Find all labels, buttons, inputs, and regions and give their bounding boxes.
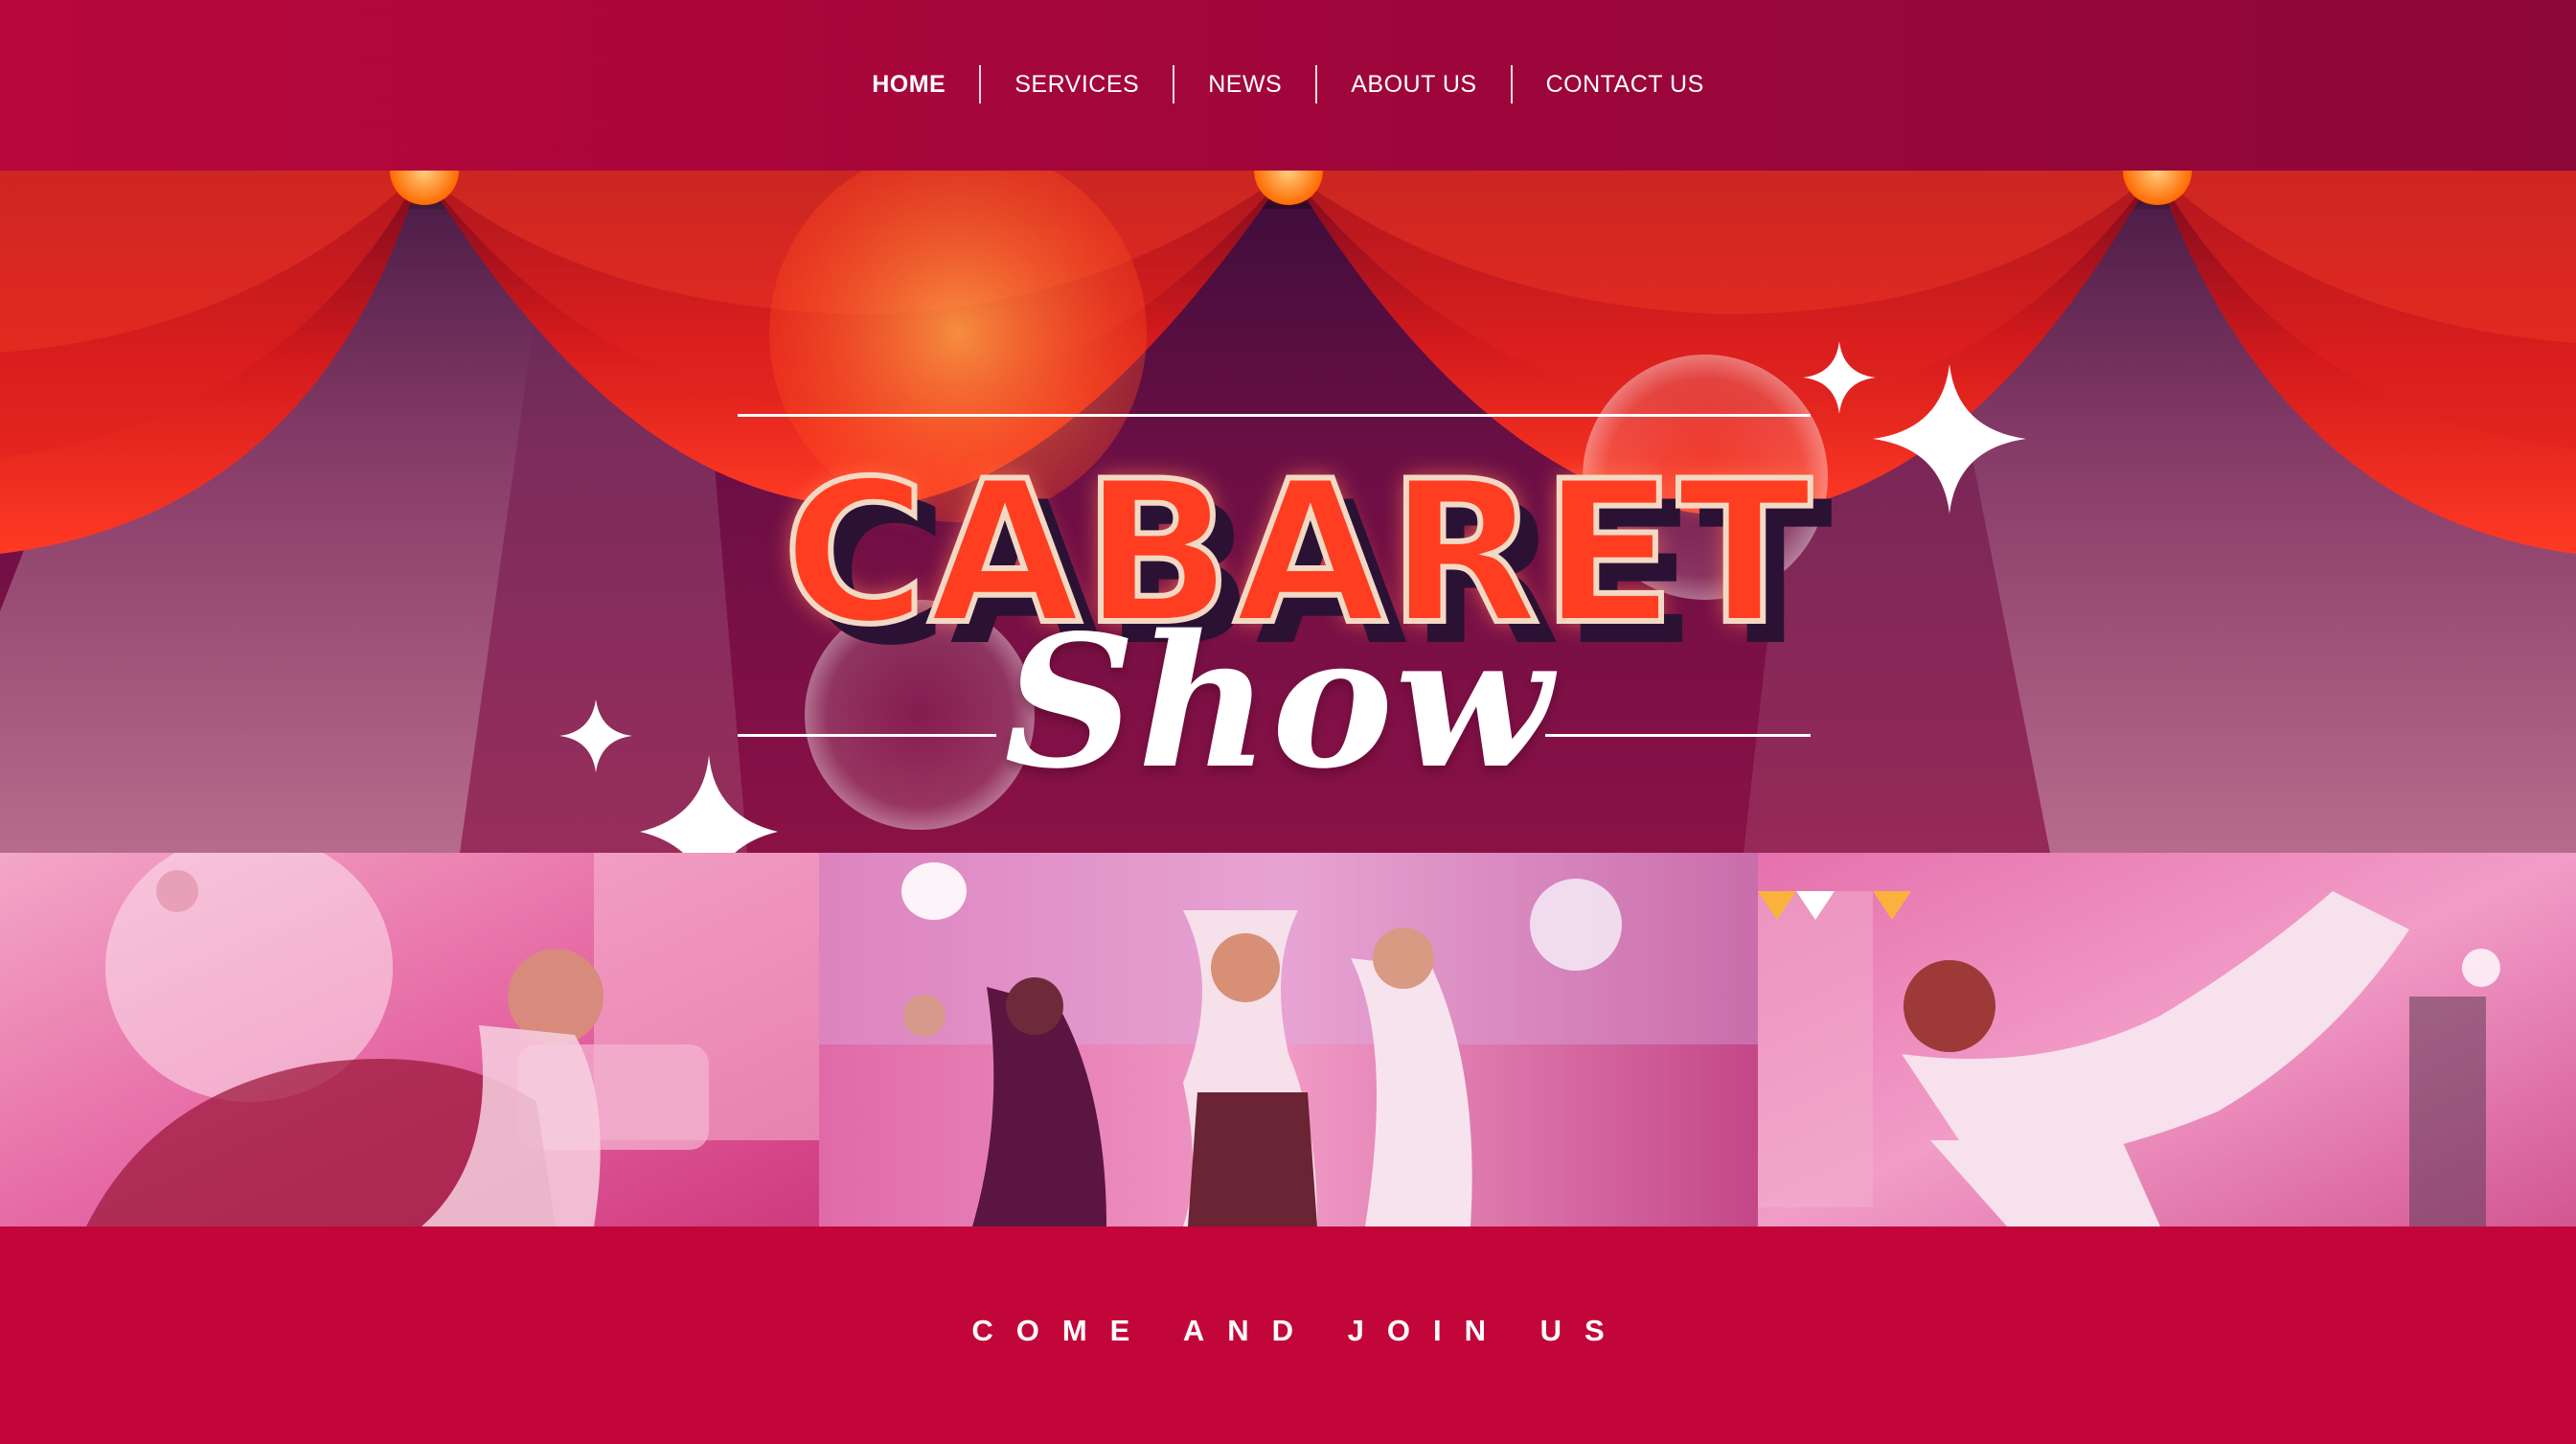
dancer-photo-1 <box>0 853 819 1226</box>
hero-stage: CABARET Show <box>0 171 2576 853</box>
nav-services-link[interactable]: SERVICES <box>981 71 1173 99</box>
hero-title-block: CABARET Show <box>0 171 2576 853</box>
main-menu: HOME SERVICES NEWS ABOUT US CONTACT US <box>838 65 1738 103</box>
title-rule-left <box>738 734 996 737</box>
hero-subtitle: Show <box>1004 595 1554 809</box>
dancer-photo-2 <box>819 853 1758 1226</box>
cabaret-landing-page: HOME SERVICES NEWS ABOUT US CONTACT US C… <box>0 0 2576 1444</box>
title-rule-top <box>738 414 1811 417</box>
join-us-link[interactable]: COME AND JOIN US <box>948 1314 1627 1348</box>
nav-about-link[interactable]: ABOUT US <box>1317 71 1510 99</box>
top-navigation-bar: HOME SERVICES NEWS ABOUT US CONTACT US <box>0 0 2576 171</box>
call-to-action-bar: COME AND JOIN US <box>0 1226 2576 1444</box>
nav-home-link[interactable]: HOME <box>838 71 979 99</box>
photo-strip <box>0 853 2576 1226</box>
nav-contact-link[interactable]: CONTACT US <box>1513 71 1738 99</box>
nav-news-link[interactable]: NEWS <box>1174 71 1315 99</box>
dancer-photo-3 <box>1758 853 2576 1226</box>
